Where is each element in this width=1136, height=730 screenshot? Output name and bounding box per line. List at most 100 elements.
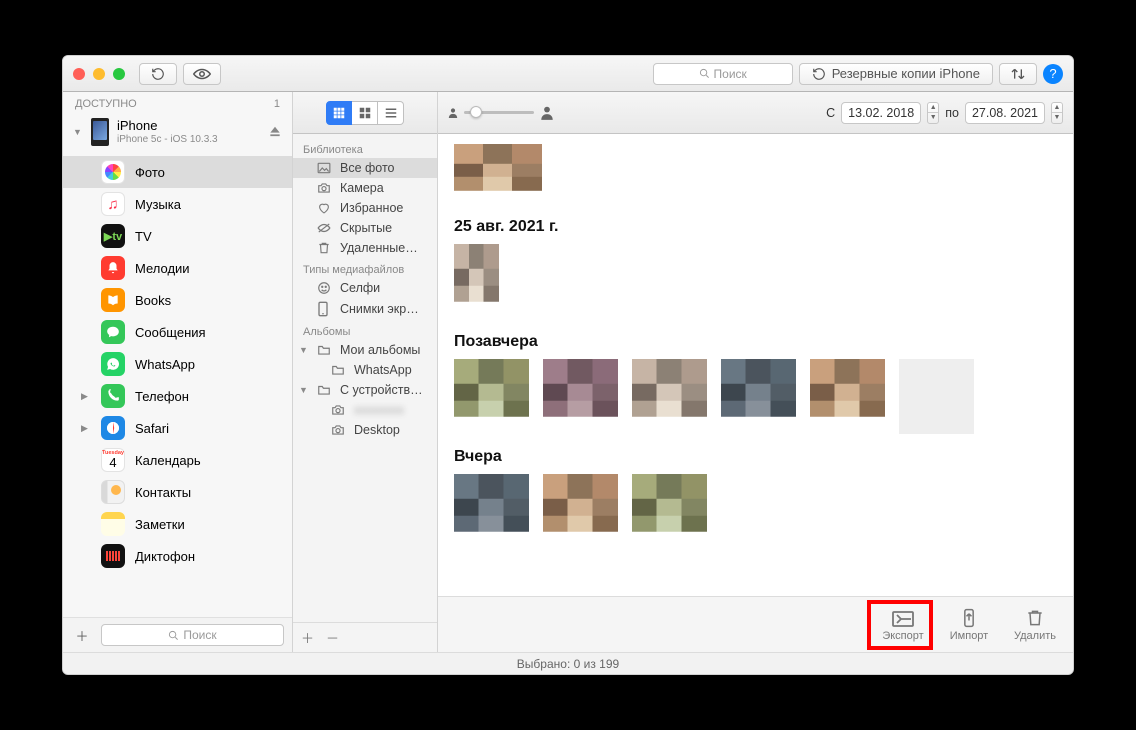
photo-section: 25 авг. 2021 г. <box>454 218 1057 319</box>
library-item-label: Селфи <box>340 281 380 295</box>
date-from-label: С <box>826 106 835 120</box>
photo-thumbnail[interactable] <box>543 474 618 549</box>
help-button[interactable]: ? <box>1043 64 1063 84</box>
search-icon <box>168 630 179 641</box>
sidebar-item-label: Фото <box>135 165 165 180</box>
library-item[interactable]: ▼Desktop <box>293 420 437 440</box>
photo-thumbnail[interactable] <box>543 359 618 434</box>
delete-button[interactable]: Удалить <box>1011 608 1059 642</box>
sidebar-item-voice[interactable]: ▶Диктофон <box>63 540 292 572</box>
icon-view-button[interactable] <box>352 101 378 125</box>
photo-grid-scroll[interactable]: 25 авг. 2021 г.ПозавчераВчера <box>438 134 1073 596</box>
photo-thumbnail[interactable] <box>632 474 707 549</box>
folder-icon <box>317 384 332 396</box>
add-album-button[interactable]: ＋ <box>301 628 314 647</box>
selfie-icon <box>317 281 332 295</box>
folder-icon <box>331 364 346 376</box>
library-item[interactable]: ▼Избранное <box>293 198 437 218</box>
sidebar-item-label: Заметки <box>135 517 185 532</box>
date-to-label: по <box>945 106 959 120</box>
import-button[interactable]: Импорт <box>945 608 993 642</box>
library-item-label: Мои альбомы <box>340 343 420 357</box>
library-item[interactable]: ▼Удаленные… <box>293 238 437 258</box>
person-large-icon <box>540 105 554 121</box>
status-bar: Выбрано: 0 из 199 <box>63 652 1073 674</box>
sidebar-item-label: Safari <box>135 421 169 436</box>
thumbnail-size-slider[interactable] <box>448 105 554 121</box>
refresh-icon <box>812 67 826 81</box>
chevron-down-icon[interactable]: ▼ <box>299 385 309 395</box>
export-label: Экспорт <box>882 630 923 642</box>
library-item[interactable]: ▼С устройств… <box>293 380 437 400</box>
date-to-input[interactable]: 27.08. 2021 <box>965 102 1045 124</box>
sidebar-item-label: Контакты <box>135 485 191 500</box>
quicklook-button[interactable] <box>183 63 221 85</box>
library-item-label: Удаленные… <box>340 241 418 255</box>
remove-album-button[interactable]: － <box>326 628 339 647</box>
delete-label: Удалить <box>1014 630 1056 642</box>
photo-thumbnail[interactable] <box>454 359 529 434</box>
list-view-button[interactable] <box>378 101 404 125</box>
photo-section: Вчера <box>454 448 1057 549</box>
date-filter: С 13.02. 2018 ▲▼ по 27.08. 2021 ▲▼ <box>826 102 1063 124</box>
date-from-stepper[interactable]: ▲▼ <box>927 102 939 124</box>
chevron-right-icon[interactable]: ▶ <box>81 423 91 434</box>
chevron-right-icon[interactable]: ▶ <box>81 391 91 402</box>
photo-thumbnail[interactable] <box>454 474 529 549</box>
export-button[interactable]: Экспорт <box>879 608 927 642</box>
photo-section <box>454 144 1057 204</box>
device-section-header: ДОСТУПНО 1 <box>63 92 292 114</box>
photo-thumbnail[interactable] <box>721 359 796 434</box>
library-item[interactable]: ▼xxxxxxxx <box>293 400 437 420</box>
sidebar-item-phone[interactable]: ▶Телефон <box>63 380 292 412</box>
refresh-button[interactable] <box>139 63 177 85</box>
eject-icon[interactable] <box>268 125 282 139</box>
view-mode-segment <box>293 92 437 134</box>
sidebar-item-calendar[interactable]: ▶Tuesday4Календарь <box>63 444 292 476</box>
transfer-button[interactable] <box>999 63 1037 85</box>
import-icon <box>957 608 981 628</box>
chevron-down-icon[interactable]: ▼ <box>299 345 309 355</box>
export-icon <box>891 608 915 628</box>
sidebar-item-label: Books <box>135 293 171 308</box>
library-item[interactable]: ▼Скрытые <box>293 218 437 238</box>
library-item[interactable]: ▼Селфи <box>293 278 437 298</box>
sidebar-item-tv[interactable]: ▶▶tvTV <box>63 220 292 252</box>
photo-thumbnail[interactable] <box>810 359 885 434</box>
photo-thumbnail[interactable] <box>899 359 974 434</box>
photo-thumbnail[interactable] <box>632 359 707 434</box>
sidebar-item-label: TV <box>135 229 152 244</box>
library-item[interactable]: ▼Все фото <box>293 158 437 178</box>
sidebar-item-contacts[interactable]: ▶Контакты <box>63 476 292 508</box>
zoom-icon[interactable] <box>113 68 125 80</box>
sidebar-item-music[interactable]: ▶♫Музыка <box>63 188 292 220</box>
chevron-down-icon[interactable]: ▼ <box>73 127 83 137</box>
grid-view-button[interactable] <box>326 101 352 125</box>
device-sub: iPhone 5c - iOS 10.3.3 <box>117 134 218 146</box>
toolbar-search[interactable]: Поиск <box>653 63 793 85</box>
library-item-label: Desktop <box>354 423 400 437</box>
sidebar-item-books[interactable]: ▶Books <box>63 284 292 316</box>
date-from-input[interactable]: 13.02. 2018 <box>841 102 921 124</box>
backup-button[interactable]: Резервные копии iPhone <box>799 63 993 85</box>
library-item[interactable]: ▼ Мои альбомы <box>293 340 437 360</box>
add-button[interactable]: ＋ <box>71 624 93 646</box>
sidebar-item-notes[interactable]: ▶Заметки <box>63 508 292 540</box>
sidebar-item-whatsapp[interactable]: ▶WhatsApp <box>63 348 292 380</box>
photo-thumbnail[interactable] <box>454 144 542 204</box>
sidebar-item-label: Сообщения <box>135 325 206 340</box>
date-to-stepper[interactable]: ▲▼ <box>1051 102 1063 124</box>
content-toolbar: С 13.02. 2018 ▲▼ по 27.08. 2021 ▲▼ <box>438 92 1073 134</box>
sidebar-search[interactable]: Поиск <box>101 624 284 646</box>
sidebar-item-messages[interactable]: ▶Сообщения <box>63 316 292 348</box>
close-icon[interactable] <box>73 68 85 80</box>
sidebar-item-photos[interactable]: ▶Фото <box>63 156 292 188</box>
library-item[interactable]: ▼Снимки экр… <box>293 298 437 320</box>
device-row[interactable]: ▼ iPhone iPhone 5c - iOS 10.3.3 <box>63 114 292 150</box>
library-item[interactable]: ▼Камера <box>293 178 437 198</box>
sidebar-item-safari[interactable]: ▶ Safari <box>63 412 292 444</box>
photo-thumbnail[interactable] <box>454 244 499 319</box>
minimize-icon[interactable] <box>93 68 105 80</box>
sidebar-item-ringtones[interactable]: ▶Мелодии <box>63 252 292 284</box>
library-item[interactable]: ▼WhatsApp <box>293 360 437 380</box>
